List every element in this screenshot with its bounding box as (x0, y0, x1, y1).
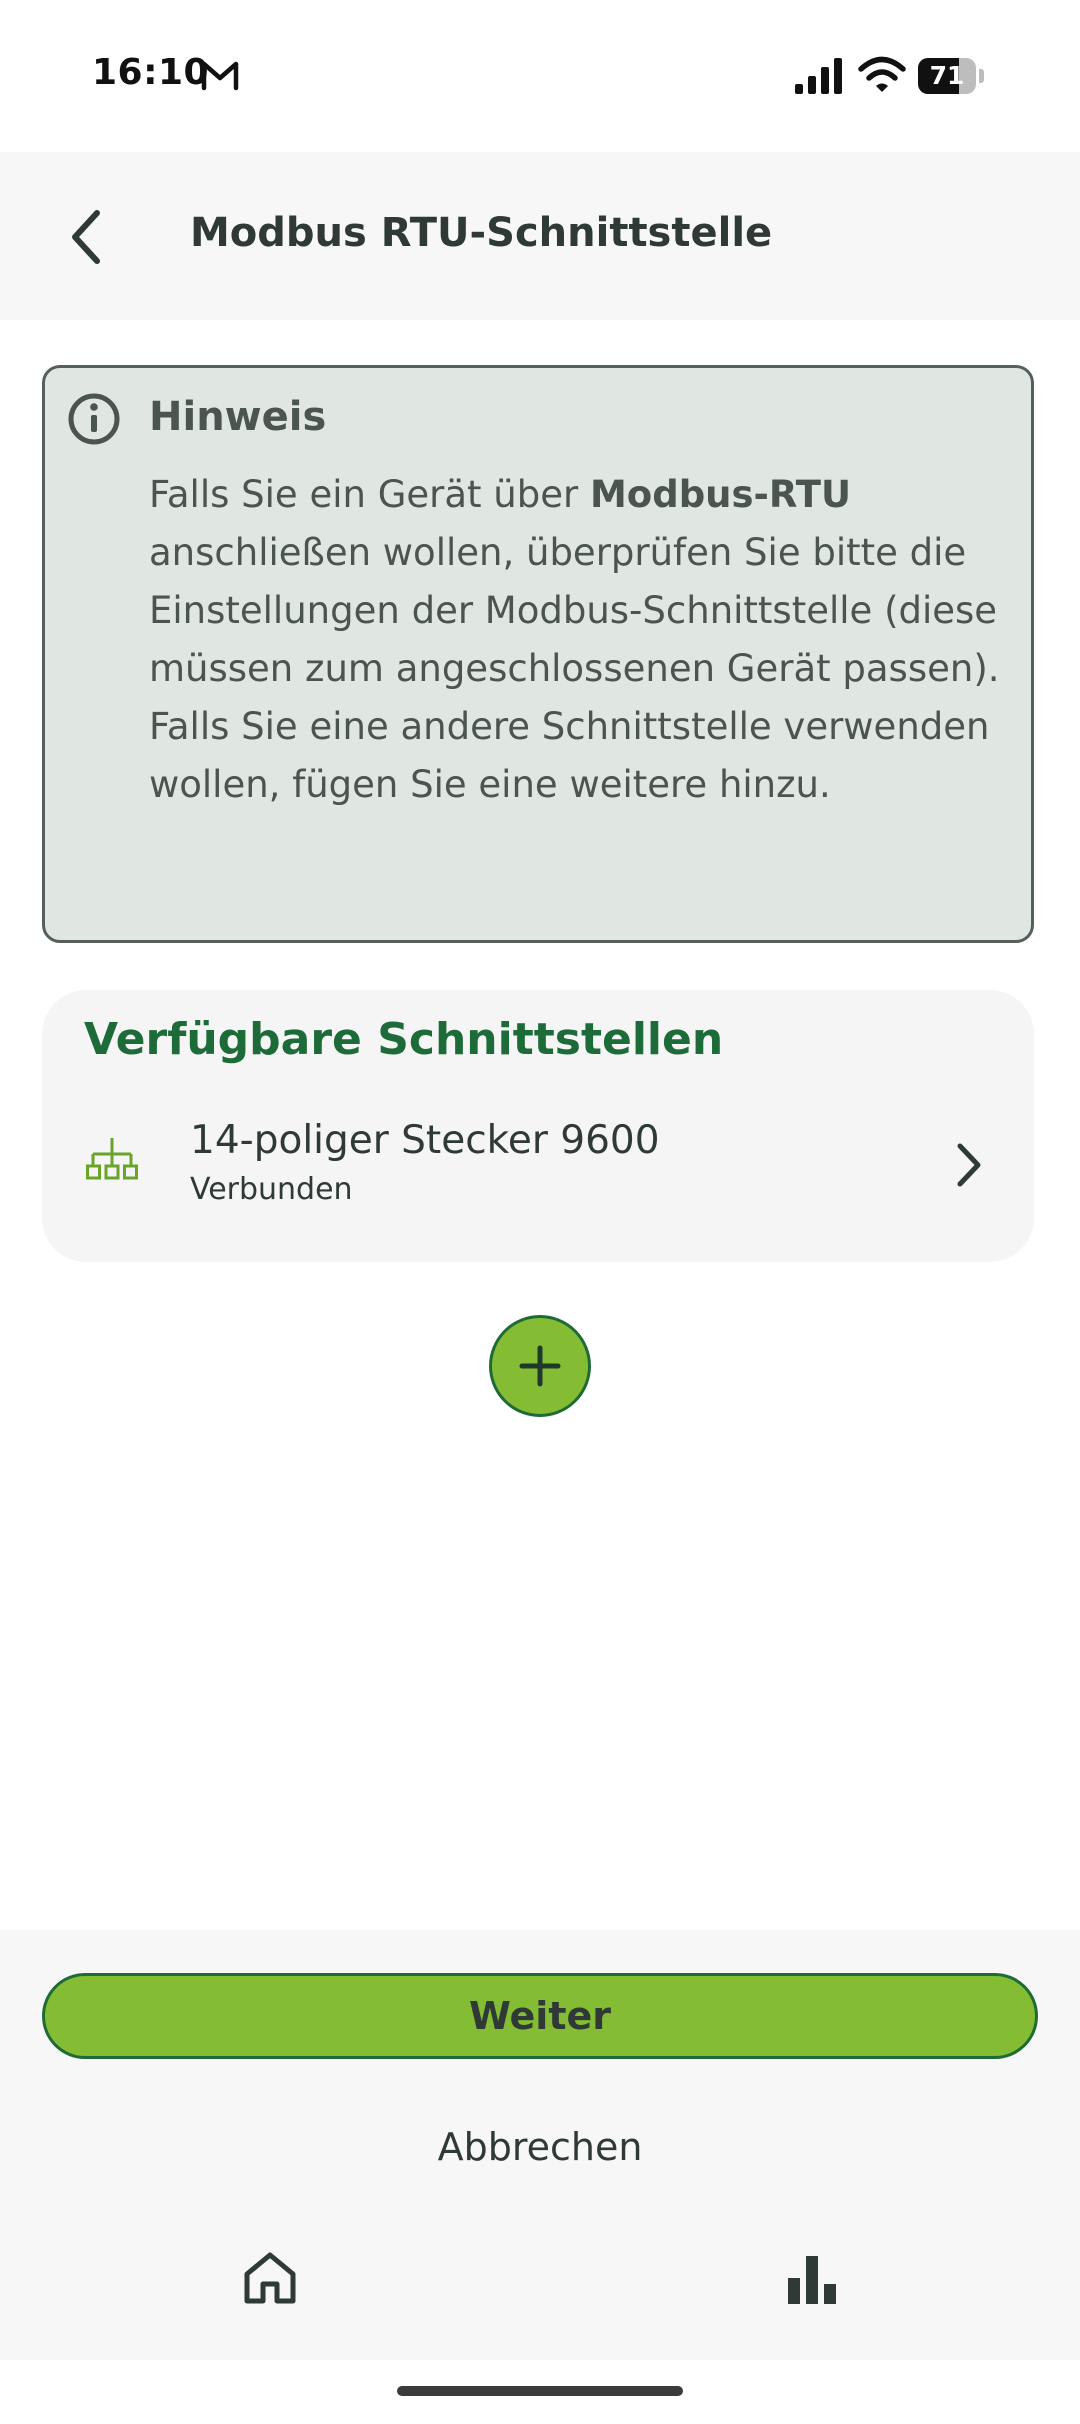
chevron-left-icon (72, 210, 100, 264)
chevron-right-icon (957, 1143, 981, 1187)
network-tree-icon (86, 1138, 138, 1180)
interface-name: 14-poliger Stecker 9600 (190, 1118, 660, 1163)
page-title: Modbus RTU-Schnittstelle (190, 210, 773, 256)
wifi-icon (858, 56, 906, 92)
battery-level: 71 (929, 61, 965, 90)
battery-icon: 71 (918, 58, 986, 94)
app-header: Modbus RTU-Schnittstelle (0, 152, 1080, 320)
status-bar: 16:10 71 (0, 0, 1080, 152)
home-indicator (397, 2386, 683, 2396)
interfaces-card: Verfügbare Schnittstellen 14-poliger Ste… (42, 990, 1034, 1262)
notice-text: Falls Sie ein Gerät über Modbus-RTU ansc… (149, 473, 1000, 806)
interfaces-title: Verfügbare Schnittstellen (84, 1014, 724, 1065)
cancel-button[interactable]: Abbrechen (340, 2112, 740, 2182)
notice-box: Hinweis Falls Sie ein Gerät über Modbus-… (42, 365, 1034, 943)
status-time: 16:10 (92, 52, 210, 93)
cellular-signal-icon (795, 58, 842, 94)
notice-text-bold: Modbus-RTU (589, 473, 852, 516)
next-button[interactable]: Weiter (42, 1973, 1038, 2059)
info-circle-icon (68, 393, 120, 445)
home-icon[interactable] (242, 2250, 298, 2306)
bar-chart-icon[interactable] (786, 2250, 838, 2306)
back-button[interactable] (52, 202, 122, 272)
notice-title: Hinweis (149, 394, 327, 440)
plus-icon (519, 1345, 561, 1387)
gmail-icon (201, 61, 239, 91)
add-interface-button[interactable] (489, 1315, 591, 1417)
interface-status: Verbunden (190, 1172, 353, 1207)
interface-item[interactable]: 14-poliger Stecker 9600 Verbunden (42, 1100, 1034, 1230)
bottom-panel: Weiter Abbrechen (0, 1930, 1080, 2360)
